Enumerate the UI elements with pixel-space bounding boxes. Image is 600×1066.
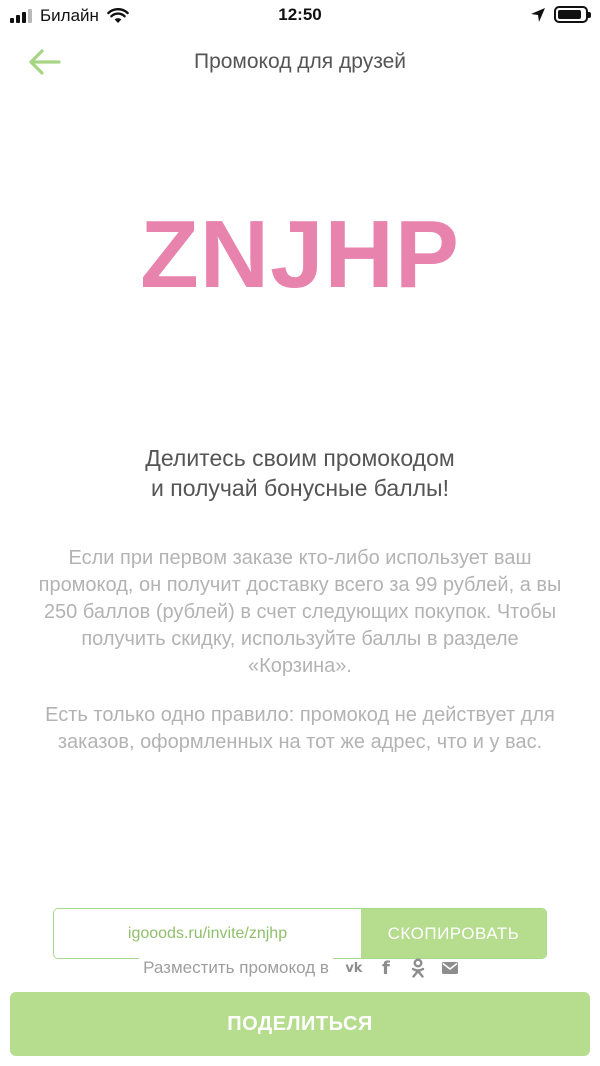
mail-icon[interactable] [439,957,461,979]
odnoklassniki-glyph [411,958,425,978]
promo-description: Если при первом заказе кто-либо использу… [38,547,562,677]
headline-line-2: и получай бонусные баллы! [151,475,449,501]
vk-icon[interactable]: vk [343,957,365,979]
battery-level [558,10,582,19]
page-title: Промокод для друзей [193,50,406,73]
invite-link-field[interactable]: igooods.ru/invite/znjhp [54,909,361,958]
facebook-glyph: f [381,957,390,979]
status-right [530,6,591,23]
invite-link-row: igooods.ru/invite/znjhp СКОПИРОВАТЬ [53,908,547,959]
promo-headline: Делитесь своим промокодом и получай бону… [40,443,560,503]
battery-icon [554,6,591,23]
promo-rule: Есть только одно правило: промокод не де… [45,704,555,753]
share-social-label: Разместить промокод в [139,958,333,978]
nav-bar: Промокод для друзей [0,40,600,84]
facebook-icon[interactable]: f [375,957,397,979]
copy-button[interactable]: СКОПИРОВАТЬ [361,909,546,958]
share-social-row: Разместить промокод в vk f [0,957,600,979]
share-button[interactable]: ПОДЕЛИТЬСЯ [10,992,590,1056]
mail-glyph [441,962,458,974]
vk-glyph: vk [345,960,363,976]
headline-line-1: Делитесь своим промокодом [145,445,455,471]
odnoklassniki-icon[interactable] [407,957,429,979]
status-bar: Билайн 12:50 [0,0,600,32]
location-arrow-icon [531,7,545,22]
status-time: 12:50 [278,5,322,24]
promo-code: ZNJHP [140,201,460,308]
